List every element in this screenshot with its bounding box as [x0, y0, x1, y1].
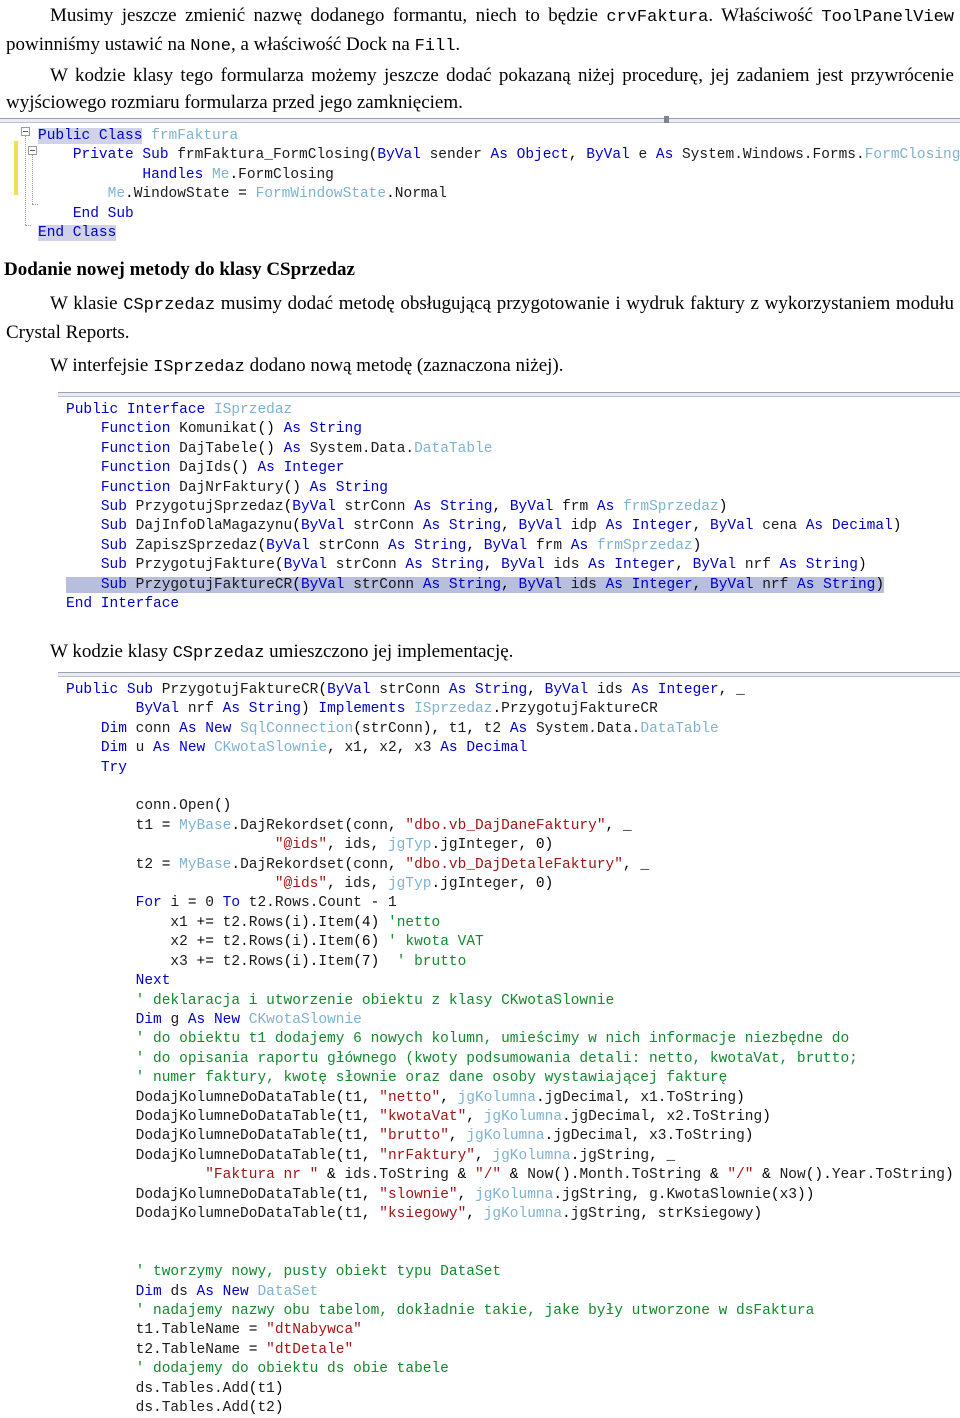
editor-splitter-handle-icon[interactable] [664, 116, 669, 123]
p1-text-d: , a właściwość Dock na [231, 34, 415, 55]
code-2-lines[interactable]: Public Interface ISprzedaz Function Komu… [58, 401, 960, 615]
code-selected-line[interactable]: Sub PrzygotujFaktureCR(ByVal strConn As … [66, 576, 885, 593]
section-heading-text: Dodanie nowej metody do klasy CSprzedaz [4, 259, 355, 280]
paragraph-implementacja-text: W kodzie klasy CSprzedaz umieszczono jej… [6, 638, 954, 667]
paragraph-isprzedaz-text: W interfejsie ISprzedaz dodano nową meto… [6, 352, 954, 381]
p1-code-fill: Fill [414, 37, 456, 56]
paragraph-isprzedaz: W interfejsie ISprzedaz dodano nową meto… [6, 352, 954, 381]
p1-text-c: powinniśmy ustawić na [6, 34, 191, 55]
code-3-lines[interactable]: Public Sub PrzygotujFaktureCR(ByVal strC… [58, 681, 960, 1418]
outline-collapse-box-class[interactable] [21, 127, 30, 136]
paragraph-intro: Musimy jeszcze zmienić nazwę dodanego fo… [6, 2, 954, 60]
paragraph-form-code-text: W kodzie klasy tego formularza możemy je… [6, 65, 954, 113]
paragraph-form-code: W kodzie klasy tego formularza możemy je… [6, 62, 954, 116]
paragraph-implementacja: W kodzie klasy CSprzedaz umieszczono jej… [6, 638, 954, 667]
p4-text-a: W interfejsie [50, 355, 154, 376]
code-1-lines[interactable]: Public Class frmFaktura Private Sub frmF… [0, 127, 960, 244]
code-block-frmfaktura: Public Class frmFaktura Private Sub frmF… [0, 116, 960, 244]
p4-text-b: dodano nową metodę (zaznaczona niżej). [244, 355, 564, 376]
p1-code-crvfaktura: crvFaktura [606, 8, 709, 27]
p3-text-a: W klasie [50, 293, 124, 314]
p3-code-csprzedaz: CSprzedaz [123, 296, 216, 315]
p5-text-b: umieszczono jej implementację. [264, 641, 514, 662]
outline-guide-inner [32, 155, 34, 204]
change-bar-indicator [14, 141, 18, 195]
code-block-implementation: Public Sub PrzygotujFaktureCR(ByVal strC… [58, 672, 960, 1418]
outline-guide-outer-foot [25, 225, 31, 227]
p1-text-b: . Właściwość [708, 5, 822, 26]
p5-text-a: W kodzie klasy [50, 641, 173, 662]
p1-text-e: . [455, 34, 461, 55]
p1-code-none: None [190, 37, 231, 56]
paragraph-csprzedaz: W klasie CSprzedaz musimy dodać metodę o… [6, 290, 954, 346]
p1-code-toolpanelview: ToolPanelView [821, 8, 954, 27]
p5-code-csprzedaz: CSprzedaz [172, 644, 265, 663]
p1-text-a: Musimy jeszcze zmienić nazwę dodanego fo… [50, 5, 607, 26]
paragraph-intro-text: Musimy jeszcze zmienić nazwę dodanego fo… [6, 2, 954, 60]
paragraph-csprzedaz-text: W klasie CSprzedaz musimy dodać metodę o… [6, 290, 954, 346]
outline-collapse-box-sub[interactable] [28, 146, 37, 155]
code-block-isprzedaz: Public Interface ISprzedaz Function Komu… [58, 392, 960, 623]
p4-code-isprzedaz: ISprzedaz [153, 358, 245, 377]
section-heading: Dodanie nowej metody do klasy CSprzedaz [4, 258, 704, 282]
outline-guide-inner-foot [32, 204, 38, 206]
outline-guide-outer [25, 136, 27, 225]
code-1-gutter [0, 123, 38, 233]
